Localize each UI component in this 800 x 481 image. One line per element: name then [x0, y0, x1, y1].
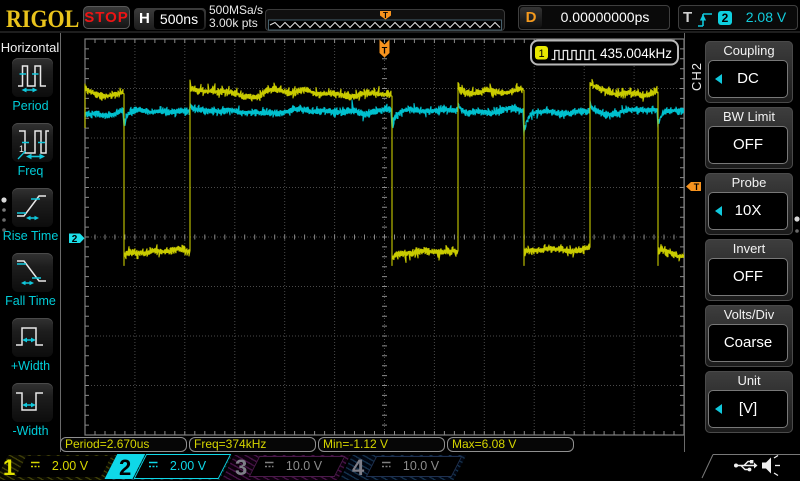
svg-text:T: T: [383, 11, 388, 20]
svg-text:T: T: [382, 46, 388, 56]
svg-text:1: 1: [538, 48, 544, 60]
svg-text:435.004kHz: 435.004kHz: [600, 46, 672, 61]
svg-text:2: 2: [72, 234, 78, 245]
